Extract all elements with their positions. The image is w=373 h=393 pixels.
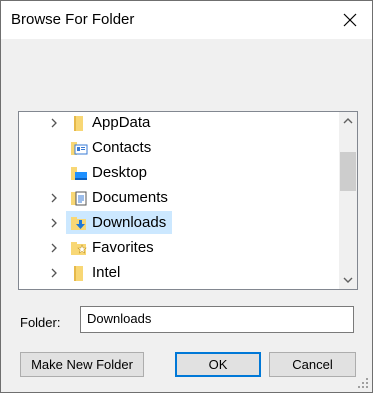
vertical-scrollbar[interactable] bbox=[339, 112, 357, 289]
tree-item-label: AppData bbox=[92, 114, 151, 131]
tree-item-documents[interactable]: Documents bbox=[19, 186, 335, 211]
ok-button[interactable]: OK bbox=[175, 352, 261, 377]
tree-item-intel[interactable]: Intel bbox=[19, 261, 335, 286]
chevron-right-icon[interactable] bbox=[49, 218, 59, 228]
favorites-folder-icon bbox=[71, 242, 87, 255]
tree-item-label: Downloads bbox=[92, 214, 167, 231]
tree-item-label: Documents bbox=[92, 189, 168, 206]
cancel-button[interactable]: Cancel bbox=[269, 352, 356, 377]
downloads-folder-icon bbox=[71, 217, 86, 230]
scroll-down-arrow-icon[interactable] bbox=[339, 271, 357, 289]
close-icon bbox=[343, 13, 357, 27]
desktop-folder-icon bbox=[71, 167, 87, 180]
scroll-up-arrow-icon[interactable] bbox=[339, 112, 357, 130]
dialog-title: Browse For Folder bbox=[11, 11, 135, 28]
close-button[interactable] bbox=[328, 1, 372, 39]
tree-item-favorites[interactable]: Favorites bbox=[19, 236, 335, 261]
folder-tree[interactable]: AppData Contacts Desktop Documents Downl… bbox=[18, 111, 358, 290]
folder-icon bbox=[74, 116, 83, 131]
chevron-right-icon[interactable] bbox=[49, 118, 59, 128]
documents-folder-icon bbox=[71, 191, 87, 206]
resize-grip-icon[interactable] bbox=[358, 378, 369, 389]
tree-item-label: Intel bbox=[92, 264, 121, 281]
tree-item-label: Contacts bbox=[92, 139, 152, 156]
chevron-right-icon[interactable] bbox=[49, 268, 59, 278]
tree-item-appdata[interactable]: AppData bbox=[19, 112, 335, 136]
chevron-right-icon[interactable] bbox=[49, 193, 59, 203]
folder-icon bbox=[74, 266, 83, 281]
tree-item-label: Desktop bbox=[92, 164, 148, 181]
tree-item-contacts[interactable]: Contacts bbox=[19, 136, 335, 161]
browse-for-folder-dialog: Browse For Folder AppData Contacts Deskt… bbox=[0, 0, 373, 393]
chevron-right-icon[interactable] bbox=[49, 243, 59, 253]
tree-item-desktop[interactable]: Desktop bbox=[19, 161, 335, 186]
folder-field-label: Folder: bbox=[20, 315, 61, 330]
title-bar: Browse For Folder bbox=[1, 1, 372, 39]
contacts-folder-icon bbox=[71, 142, 88, 155]
tree-item-label: Favorites bbox=[92, 239, 154, 256]
scroll-thumb[interactable] bbox=[340, 152, 356, 191]
make-new-folder-button[interactable]: Make New Folder bbox=[20, 352, 144, 377]
folder-name-input[interactable] bbox=[80, 306, 354, 333]
tree-item-downloads[interactable]: Downloads bbox=[19, 211, 335, 236]
